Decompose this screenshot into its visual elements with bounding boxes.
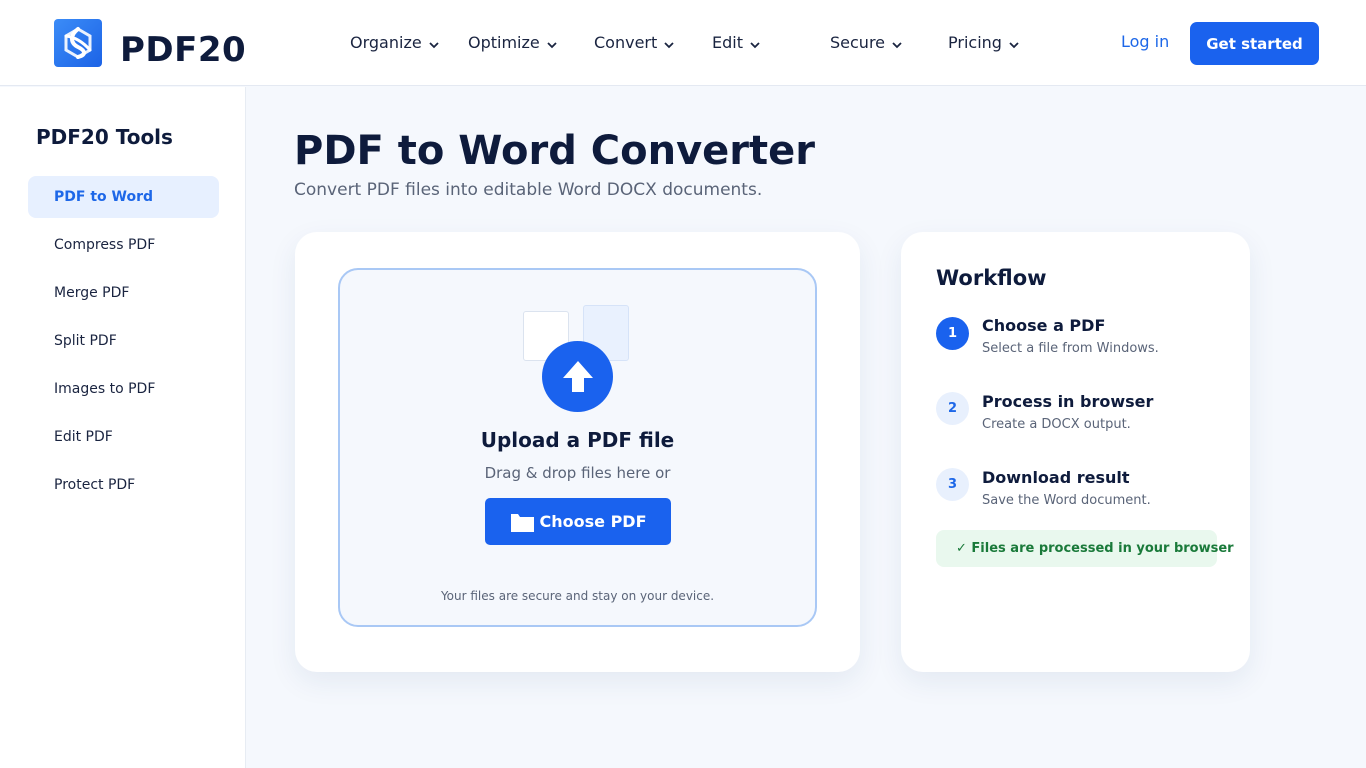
sidebar-item-edit-pdf[interactable]: Edit PDF (28, 416, 219, 458)
brand-name[interactable]: PDF20 (120, 30, 246, 70)
choose-pdf-button[interactable]: Choose PDF (485, 498, 671, 545)
sidebar-item-images-to-pdf[interactable]: Images to PDF (28, 368, 219, 410)
nav-label: Organize (350, 32, 422, 52)
chevron-down-icon (429, 42, 439, 49)
file-dropzone[interactable]: Upload a PDF file Drag & drop files here… (338, 268, 817, 627)
sidebar-item-pdf-to-word[interactable]: PDF to Word (28, 176, 219, 218)
security-note: Your files are secure and stay on your d… (440, 589, 715, 603)
nav-optimize[interactable]: Optimize (468, 30, 558, 54)
nav-label: Optimize (468, 32, 540, 52)
step-title: Process in browser (982, 392, 1154, 411)
top-header: PDF20 Organize Optimize Convert Edit Sec… (0, 0, 1366, 86)
page-subtitle: Convert PDF files into editable Word DOC… (294, 180, 763, 200)
nav-organize[interactable]: Organize (350, 30, 440, 54)
workflow-title: Workflow (936, 266, 1047, 290)
step-description: Create a DOCX output. (982, 417, 1131, 432)
sidebar-item-split-pdf[interactable]: Split PDF (28, 320, 219, 362)
step-description: Select a file from Windows. (982, 341, 1159, 356)
choose-pdf-label: Choose PDF (539, 512, 647, 531)
upload-title: Upload a PDF file (480, 428, 675, 452)
chevron-down-icon (547, 42, 557, 49)
nav-label: Edit (712, 32, 743, 52)
nav-edit[interactable]: Edit (712, 30, 761, 54)
sidebar-item-merge-pdf[interactable]: Merge PDF (28, 272, 219, 314)
step-title: Download result (982, 468, 1130, 487)
chevron-down-icon (1009, 42, 1019, 49)
browser-processing-badge: ✓ Files are processed in your browser (936, 530, 1234, 567)
nav-pricing[interactable]: Pricing (948, 30, 1020, 54)
step-description: Save the Word document. (982, 493, 1151, 508)
pdf20-logo-icon[interactable] (54, 19, 102, 67)
tools-sidebar: PDF20 Tools PDF to Word Compress PDF Mer… (0, 87, 246, 768)
sidebar-title: PDF20 Tools (36, 125, 173, 149)
page-title: PDF to Word Converter (294, 128, 815, 174)
login-link[interactable]: Log in (1121, 30, 1169, 54)
step-number: 1 (936, 317, 969, 350)
nav-label: Convert (594, 32, 658, 52)
step-number: 3 (936, 468, 969, 501)
chevron-down-icon (750, 42, 760, 49)
upload-arrow-icon (542, 341, 613, 412)
chevron-down-icon (892, 42, 902, 49)
nav-secure[interactable]: Secure (830, 30, 903, 54)
nav-label: Secure (830, 32, 886, 52)
nav-label: Pricing (948, 32, 1002, 52)
step-title: Choose a PDF (982, 316, 1106, 335)
sidebar-item-compress-pdf[interactable]: Compress PDF (28, 224, 219, 266)
drag-drop-text: Drag & drop files here or (484, 464, 671, 482)
get-started-button[interactable]: Get started (1190, 22, 1319, 65)
workflow-card: Workflow 1 Choose a PDF Select a file fr… (901, 232, 1250, 672)
folder-icon (510, 513, 534, 532)
chevron-down-icon (664, 42, 674, 49)
upload-card: Upload a PDF file Drag & drop files here… (295, 232, 860, 672)
sidebar-item-protect-pdf[interactable]: Protect PDF (28, 464, 219, 506)
nav-convert[interactable]: Convert (594, 30, 675, 54)
step-number: 2 (936, 392, 969, 425)
